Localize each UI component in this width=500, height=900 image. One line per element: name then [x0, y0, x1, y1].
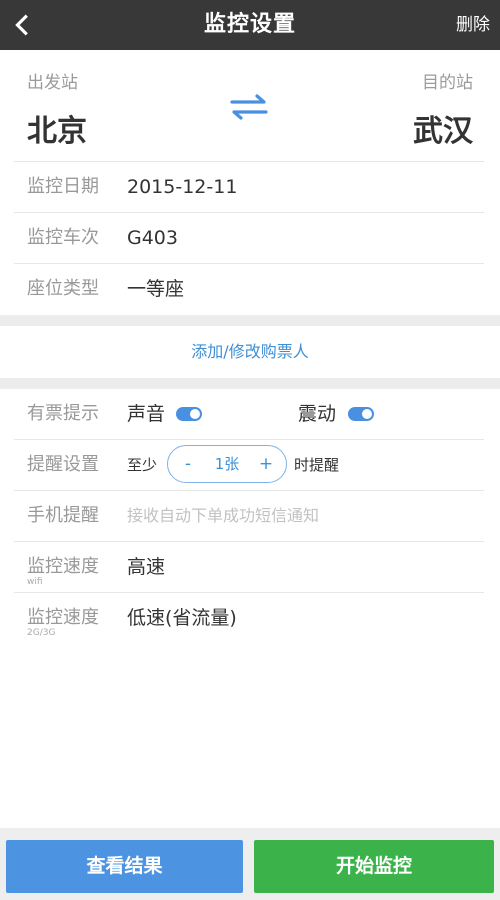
monitor-date-value: 2015-12-11 — [127, 176, 238, 198]
station-section: 出发站 北京 目的站 武汉 — [0, 50, 500, 162]
phone-remind-row: 手机提醒 接收自动下单成功短信通知 — [0, 491, 500, 541]
from-station-city[interactable]: 北京 — [27, 106, 87, 150]
increment-button[interactable]: + — [248, 446, 284, 482]
speed-mobile-row[interactable]: 监控速度 2G/3G 低速(省流量) — [0, 593, 500, 643]
delete-button[interactable]: 删除 — [456, 0, 490, 50]
ticket-alert-label: 有票提示 — [27, 403, 99, 424]
monitor-train-value: G403 — [127, 227, 178, 249]
view-results-button[interactable]: 查看结果 — [6, 840, 243, 893]
remind-setting-row: 提醒设置 至少 - 1张 + 时提醒 — [0, 440, 500, 490]
ticket-count-value: 1张 — [214, 455, 240, 473]
bottom-action-bar: 查看结果 开始监控 — [0, 828, 500, 900]
phone-remind-label: 手机提醒 — [27, 505, 99, 526]
speed-wifi-value: 高速 — [127, 556, 166, 578]
speed-wifi-row[interactable]: 监控速度 wifi 高速 — [0, 542, 500, 592]
to-station-city[interactable]: 武汉 — [413, 106, 473, 150]
monitor-date-label: 监控日期 — [27, 176, 99, 197]
remind-prefix: 至少 — [127, 456, 158, 474]
decrement-button[interactable]: - — [170, 446, 206, 482]
page-title: 监控设置 — [203, 12, 296, 37]
speed-mobile-sublabel: 2G/3G — [27, 628, 56, 638]
start-monitor-button[interactable]: 开始监控 — [254, 840, 494, 893]
vibrate-label: 震动 — [298, 403, 337, 425]
ticket-alert-row: 有票提示 声音 震动 — [0, 389, 500, 439]
sound-toggle[interactable] — [176, 407, 202, 421]
section-gap — [0, 378, 500, 389]
speed-wifi-sublabel: wifi — [27, 577, 43, 587]
top-bar: 监控设置 删除 — [0, 0, 500, 50]
swap-arrows-icon[interactable] — [228, 92, 270, 122]
add-passenger-link[interactable]: 添加/修改购票人 — [0, 326, 500, 378]
seat-type-value: 一等座 — [127, 278, 185, 300]
monitor-date-row[interactable]: 监控日期 2015-12-11 — [0, 162, 500, 212]
monitor-train-label: 监控车次 — [27, 227, 99, 248]
vibrate-toggle[interactable] — [348, 407, 374, 421]
phone-input[interactable]: 接收自动下单成功短信通知 — [127, 491, 319, 541]
sound-label: 声音 — [127, 403, 166, 425]
monitor-train-row[interactable]: 监控车次 G403 — [0, 213, 500, 263]
remind-suffix: 时提醒 — [294, 456, 340, 474]
ticket-count-stepper: - 1张 + — [167, 445, 287, 483]
remind-setting-label: 提醒设置 — [27, 454, 99, 475]
from-station-label: 出发站 — [27, 73, 78, 93]
seat-type-row[interactable]: 座位类型 一等座 — [0, 264, 500, 314]
to-station-label: 目的站 — [422, 73, 473, 93]
seat-type-label: 座位类型 — [27, 278, 99, 299]
speed-mobile-value: 低速(省流量) — [127, 607, 237, 629]
section-gap — [0, 315, 500, 326]
